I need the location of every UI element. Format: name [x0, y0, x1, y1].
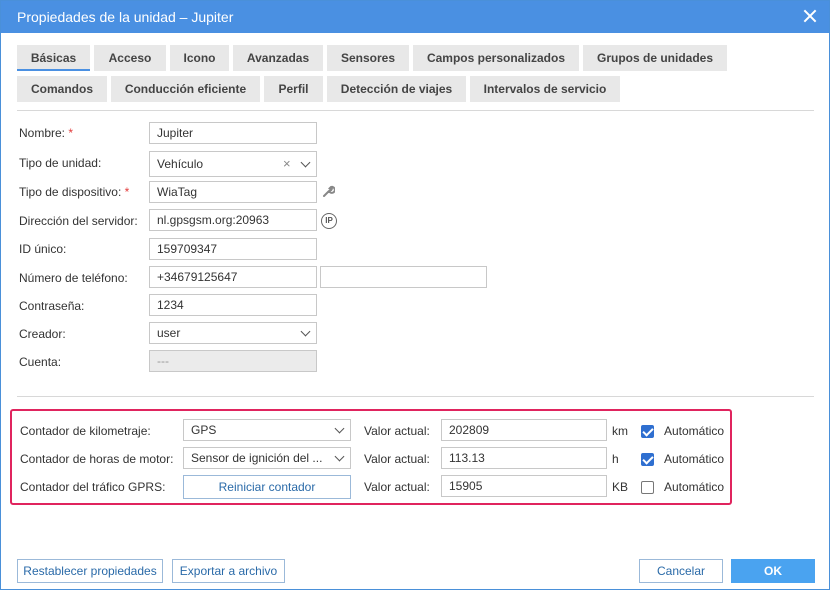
phone-input[interactable]: +34679125647: [149, 266, 317, 288]
phone-label: Número de teléfono:: [19, 271, 128, 285]
device-type-label: Tipo de dispositivo: *: [19, 185, 129, 199]
wrench-icon[interactable]: [322, 185, 335, 198]
creator-label: Creador:: [19, 327, 66, 341]
mileage-counter-label: Contador de kilometraje:: [20, 424, 151, 438]
creator-select[interactable]: user: [149, 322, 317, 344]
ip-icon[interactable]: IP: [321, 213, 337, 229]
password-input[interactable]: 1234: [149, 294, 317, 316]
creator-value: user: [157, 326, 181, 340]
mileage-counter-select[interactable]: GPS: [183, 419, 351, 441]
unit-type-label: Tipo de unidad:: [19, 156, 102, 170]
engine-unit: h: [612, 452, 619, 466]
mileage-unit: km: [612, 424, 628, 438]
tab-basicas[interactable]: Básicas: [17, 45, 90, 71]
account-label: Cuenta:: [19, 355, 62, 369]
reset-counter-button[interactable]: Reiniciar contador: [183, 475, 351, 499]
title-bar: Propiedades de la unidad – Jupiter: [1, 1, 829, 33]
account-input: ---: [149, 350, 317, 372]
tab-acceso[interactable]: Acceso: [94, 45, 166, 71]
engine-hours-value: Sensor de ignición del ...: [191, 451, 323, 465]
engine-hours-select[interactable]: Sensor de ignición del ...: [183, 447, 351, 469]
engine-auto-checkbox[interactable]: [641, 453, 654, 466]
name-label-text: Nombre:: [19, 126, 66, 140]
name-label: Nombre: *: [19, 126, 73, 140]
export-to-file-button[interactable]: Exportar a archivo: [172, 559, 285, 583]
device-type-label-text: Tipo de dispositivo:: [19, 185, 122, 199]
unit-type-select[interactable]: Vehículo: [149, 151, 317, 177]
unit-properties-dialog: Propiedades de la unidad – Jupiter Básic…: [0, 0, 830, 590]
mileage-auto-label: Automático: [664, 424, 725, 438]
gprs-unit: KB: [612, 480, 629, 494]
gprs-auto-label: Automático: [664, 480, 725, 494]
tab-avanzadas[interactable]: Avanzadas: [233, 45, 323, 71]
tab-deteccion-de-viajes[interactable]: Detección de viajes: [327, 76, 466, 102]
gprs-current-input[interactable]: 15905: [441, 475, 607, 497]
engine-current-input[interactable]: 113.13: [441, 447, 607, 469]
clear-icon[interactable]: ×: [283, 156, 291, 171]
unique-id-label: ID único:: [19, 242, 67, 256]
required-mark: *: [68, 126, 74, 140]
engine-current-label: Valor actual:: [364, 452, 430, 466]
tab-campos-personalizados[interactable]: Campos personalizados: [413, 45, 579, 71]
tab-perfil[interactable]: Perfil: [264, 76, 323, 102]
gprs-counter-label: Contador del tráfico GPRS:: [20, 480, 166, 494]
tab-sensores[interactable]: Sensores: [327, 45, 409, 71]
mileage-counter-value: GPS: [191, 423, 217, 437]
mileage-auto-checkbox[interactable]: [641, 425, 654, 438]
ok-button[interactable]: OK: [731, 559, 815, 583]
tabs-divider: [17, 110, 814, 111]
reset-properties-button[interactable]: Restablecer propiedades: [17, 559, 163, 583]
tab-intervalos-de-servicio[interactable]: Intervalos de servicio: [470, 76, 620, 102]
cancel-button[interactable]: Cancelar: [639, 559, 723, 583]
unique-id-input[interactable]: 159709347: [149, 238, 317, 260]
section-divider: [17, 396, 814, 397]
password-label: Contraseña:: [19, 299, 85, 313]
mileage-current-input[interactable]: 202809: [441, 419, 607, 441]
engine-hours-label: Contador de horas de motor:: [20, 452, 174, 466]
engine-auto-label: Automático: [664, 452, 725, 466]
dialog-title: Propiedades de la unidad – Jupiter: [17, 9, 234, 25]
phone-input-2[interactable]: [320, 266, 487, 288]
close-icon[interactable]: [801, 7, 819, 25]
gprs-current-label: Valor actual:: [364, 480, 430, 494]
server-address-input: nl.gpsgsm.org:20963: [149, 209, 317, 231]
device-type-input[interactable]: WiaTag: [149, 181, 317, 203]
tab-icono[interactable]: Icono: [170, 45, 229, 71]
unit-type-value: Vehículo: [157, 157, 204, 171]
tab-conduccion-eficiente[interactable]: Conducción eficiente: [111, 76, 260, 102]
tab-comandos[interactable]: Comandos: [17, 76, 107, 102]
gprs-auto-checkbox[interactable]: [641, 481, 654, 494]
name-input[interactable]: Jupiter: [149, 122, 317, 144]
server-address-label: Dirección del servidor:: [19, 214, 138, 228]
required-mark: *: [124, 185, 130, 199]
tab-grupos-de-unidades[interactable]: Grupos de unidades: [583, 45, 727, 71]
mileage-current-label: Valor actual:: [364, 424, 430, 438]
